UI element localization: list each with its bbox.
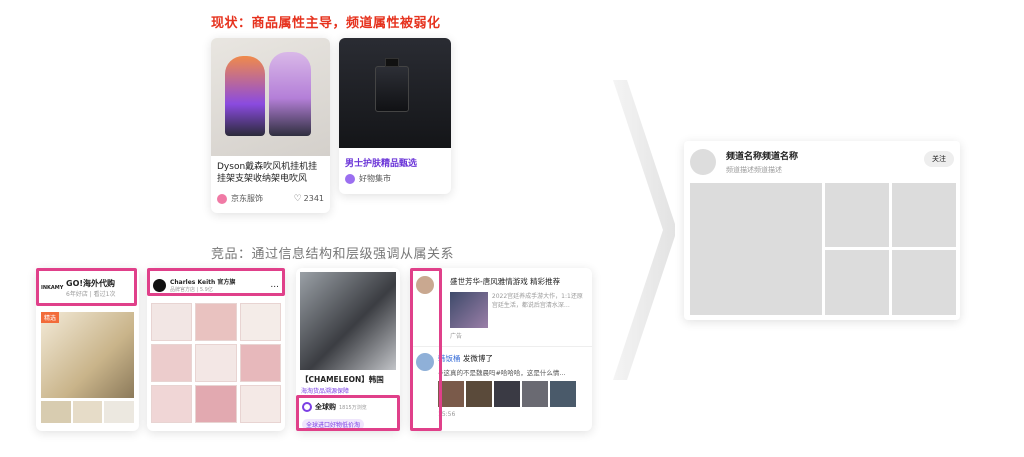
product-image bbox=[211, 38, 330, 156]
thumb bbox=[494, 381, 520, 407]
product-title: 男士护肤精品甄选 bbox=[345, 159, 418, 169]
post-time: 15:56 bbox=[438, 411, 456, 418]
channel-proposal-card[interactable]: 频道名称频道名称 频道描述频道描述 关注 bbox=[684, 141, 960, 320]
current-heading: 现状：商品属性主导，频道属性被弱化 bbox=[211, 16, 441, 31]
thumb bbox=[466, 381, 492, 407]
store-name: 京东服饰 bbox=[231, 194, 263, 203]
ad-label: 广告 bbox=[450, 333, 463, 340]
main-image bbox=[300, 272, 396, 370]
featured-badge: 精选 bbox=[41, 312, 60, 323]
product-title: Dyson戴森吹风机挂机挂挂架支架收纳架电吹风 bbox=[217, 162, 318, 184]
heart-icon[interactable]: ♡ bbox=[294, 194, 302, 204]
thumb bbox=[41, 401, 71, 423]
post-text: #这真的不是魏晨吗#哈哈哈，这是什么情... bbox=[438, 369, 566, 377]
thumb bbox=[72, 401, 103, 423]
highlight-box bbox=[296, 395, 400, 431]
channel-avatar bbox=[690, 149, 716, 175]
channel-name: 频道名称频道名称 bbox=[726, 152, 799, 162]
product-card-dyson[interactable]: Dyson戴森吹风机挂机挂挂架支架收纳架电吹风 京东服饰 ♡ 2341 bbox=[211, 38, 330, 213]
post-image bbox=[450, 292, 488, 328]
highlight-box bbox=[147, 268, 285, 296]
competitor-heading: 竞品：通过信息结构和层级强调从属关系 bbox=[211, 247, 455, 262]
channel-image-grid bbox=[690, 183, 956, 315]
arrow-chevron-icon bbox=[613, 80, 675, 380]
product-image bbox=[339, 38, 451, 148]
post-desc: 2022宫廷养成手游大作，1:1还原宫廷生活，都说后宫清水深… bbox=[491, 293, 583, 309]
follow-button[interactable]: 关注 bbox=[924, 151, 954, 167]
caption: 【CHAMELEON】韩国 bbox=[301, 375, 384, 384]
thumb bbox=[550, 381, 576, 407]
like-count: 2341 bbox=[303, 194, 324, 203]
store-icon bbox=[217, 193, 227, 204]
product-card-skincare[interactable]: 男士护肤精品甄选 好物集市 bbox=[339, 38, 451, 194]
product-grid bbox=[147, 293, 285, 423]
store-name: 好物集市 bbox=[359, 174, 391, 183]
thumb bbox=[522, 381, 548, 407]
highlight-box bbox=[410, 268, 442, 431]
channel-desc: 频道描述频道描述 bbox=[726, 166, 782, 174]
highlight-box bbox=[36, 268, 137, 306]
main-image: 精选 bbox=[41, 312, 134, 398]
post-title: 盛世芳华-唐风雅情游戏 精彩推荐 bbox=[450, 277, 561, 286]
thumb bbox=[104, 401, 135, 423]
store-icon bbox=[345, 173, 355, 184]
post-action: 发微博了 bbox=[462, 354, 493, 363]
caption-sub: 海淘货品溯源保障 bbox=[301, 388, 350, 395]
